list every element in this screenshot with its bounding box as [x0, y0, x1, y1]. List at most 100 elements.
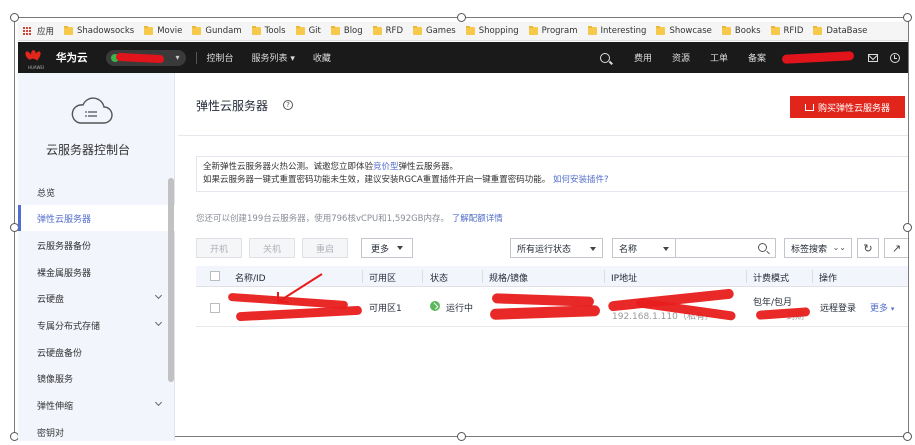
search-field-select[interactable]: 名称 — [612, 238, 676, 258]
region-selector[interactable]: ▾ — [105, 49, 186, 66]
bookmark-program[interactable]: Program — [528, 26, 578, 36]
select-all-checkbox[interactable] — [210, 271, 220, 281]
bookmark-showcase[interactable]: Showcase — [656, 26, 712, 36]
buy-ecs-button[interactable]: 购买弹性云服务器 — [790, 96, 905, 118]
bookmark-gundam[interactable]: Gundam — [192, 26, 242, 36]
resize-handle-top[interactable] — [457, 13, 466, 22]
bookmark-rfd[interactable]: RFD — [372, 26, 403, 36]
quota-text: 您还可以创建199台云服务器，使用796核vCPU和1,592GB内存。 — [196, 214, 450, 224]
column-divider — [422, 270, 423, 283]
column-header-name[interactable]: 名称/ID — [235, 271, 266, 284]
search-input[interactable] — [680, 239, 760, 257]
sidebar-scrollbar[interactable] — [168, 178, 174, 382]
chevron-down-icon: ▾ — [175, 52, 180, 62]
nav-icp-filing[interactable]: 备案 — [748, 51, 766, 64]
resize-handle-bottom[interactable] — [457, 432, 466, 441]
column-header-zone[interactable]: 可用区 — [369, 271, 396, 284]
resize-handle-bottom-right[interactable] — [903, 432, 912, 441]
caret-down-icon — [663, 247, 669, 251]
redaction-scribble — [115, 52, 164, 63]
bookmark-interesting[interactable]: Interesting — [587, 26, 646, 36]
tag-search-button[interactable]: 标签搜索 ⌄⌄ — [784, 238, 852, 258]
sidebar-item-overview[interactable]: 总览 — [18, 179, 175, 205]
column-header-ip[interactable]: IP地址 — [611, 271, 637, 284]
nav-billing[interactable]: 费用 — [634, 51, 652, 64]
redacted-username[interactable] — [781, 51, 855, 64]
nav-favorites[interactable]: 收藏 — [313, 51, 331, 64]
bookmark-games[interactable]: Games — [413, 26, 456, 36]
screenshot-frame: 应用 Shadowsocks Movie Gundam Tools Git Bl… — [0, 0, 915, 441]
nav-tickets[interactable]: 工单 — [710, 51, 728, 64]
bookmark-shopping[interactable]: Shopping — [465, 26, 519, 36]
bookmark-apps[interactable]: 应用 — [37, 25, 54, 37]
sidebar-item-server-backup[interactable]: 云服务器备份 — [18, 232, 175, 258]
bookmark-blog[interactable]: Blog — [330, 26, 363, 36]
bookmark-git[interactable]: Git — [295, 26, 321, 36]
status-filter-select[interactable]: 所有运行状态 — [510, 238, 603, 258]
nav-service-list[interactable]: 服务列表 ▾ — [252, 51, 295, 64]
folder-icon — [465, 26, 475, 35]
search-icon[interactable] — [599, 52, 610, 63]
sidebar-item-label: 总览 — [37, 188, 56, 199]
clock-icon[interactable] — [890, 52, 900, 63]
more-actions-button[interactable]: 更多 — [361, 238, 413, 258]
folder-icon — [251, 26, 261, 35]
cart-icon — [804, 103, 814, 111]
folder-icon — [372, 26, 382, 35]
resize-handle-top-right[interactable] — [903, 13, 912, 22]
chevron-down-icon — [154, 291, 163, 300]
resize-handle-right[interactable] — [903, 223, 912, 232]
redacted-image — [489, 305, 601, 320]
row-checkbox[interactable] — [210, 303, 220, 313]
sidebar-item-image-service[interactable]: 镜像服务 — [18, 365, 175, 391]
sidebar-item-bare-metal[interactable]: 裸金属服务器 — [18, 259, 175, 285]
page-title: 弹性云服务器 — [196, 99, 269, 113]
huawei-logo[interactable]: HUAWEI — [24, 49, 44, 70]
resize-handle-top-left[interactable] — [10, 13, 19, 22]
bookmark-books[interactable]: Books — [721, 26, 761, 36]
top-right-links: 费用 资源 工单 备案 — [599, 51, 908, 64]
search-icon[interactable] — [758, 243, 767, 252]
spot-instance-link[interactable]: 竞价型 — [373, 162, 399, 172]
column-header-status[interactable]: 状态 — [430, 271, 448, 284]
install-plugin-link[interactable]: 如何安装插件? — [553, 175, 609, 185]
sidebar-title: 云服务器控制台 — [46, 143, 131, 157]
folder-icon — [330, 26, 340, 35]
sidebar-item-ecs[interactable]: 弹性云服务器 — [18, 205, 175, 231]
sidebar-item-label: 弹性云服务器 — [37, 214, 92, 225]
brand-name[interactable]: 华为云 — [56, 50, 88, 65]
row-more-label: 更多 — [870, 304, 889, 314]
remote-login-link[interactable]: 远程登录 — [820, 301, 856, 314]
bookmark-tools[interactable]: Tools — [251, 26, 286, 36]
console-top-navbar: HUAWEI 华为云 ▾ 控制台 服务列表 ▾ 收藏 费用 资源 工单 备案 — [18, 42, 908, 73]
help-icon[interactable]: ? — [283, 100, 293, 110]
sidebar-item-evs[interactable]: 云硬盘 — [18, 285, 175, 311]
sidebar-item-key-pair[interactable]: 密钥对 — [18, 419, 175, 445]
export-button[interactable]: ↗ — [884, 238, 908, 258]
refresh-button[interactable]: ↻ — [857, 238, 879, 258]
notice-text: 如果云服务器一键式重置密码功能未生效，建议安装RGCA重置插件开启一键重置密码功… — [203, 175, 551, 185]
folder-icon — [721, 26, 731, 35]
nav-resources[interactable]: 资源 — [672, 51, 690, 64]
tag-search-label: 标签搜索 — [791, 244, 828, 255]
stop-button[interactable]: 关机 — [249, 238, 295, 258]
bookmark-movie[interactable]: Movie — [144, 26, 182, 36]
row-more-actions[interactable]: 更多 ▾ — [870, 301, 894, 314]
sidebar-item-disk-backup[interactable]: 云硬盘备份 — [18, 339, 175, 365]
sidebar-item-auto-scaling[interactable]: 弹性伸缩 — [18, 392, 175, 418]
bookmark-rfid[interactable]: RFID — [770, 26, 803, 36]
restart-button[interactable]: 重启 — [302, 238, 348, 258]
nav-console[interactable]: 控制台 — [207, 51, 234, 64]
sidebar-item-label: 镜像服务 — [37, 374, 74, 385]
bookmark-shadowsocks[interactable]: Shadowsocks — [64, 26, 134, 36]
bookmark-database[interactable]: DataBase — [813, 26, 867, 36]
start-button[interactable]: 开机 — [196, 238, 242, 258]
column-header-billing[interactable]: 计费模式 — [753, 271, 789, 284]
column-header-spec[interactable]: 规格/镜像 — [489, 271, 528, 284]
sidebar-item-label: 云服务器备份 — [37, 241, 92, 252]
notice-text: 全新弹性云服务器火热公测。诚邀您立即体验 — [203, 162, 374, 172]
sidebar-item-dedicated-storage[interactable]: 专属分布式存储 — [18, 312, 175, 338]
apps-grid-icon[interactable] — [23, 26, 32, 36]
mail-icon[interactable] — [868, 53, 878, 62]
quota-details-link[interactable]: 了解配额详情 — [452, 214, 503, 224]
